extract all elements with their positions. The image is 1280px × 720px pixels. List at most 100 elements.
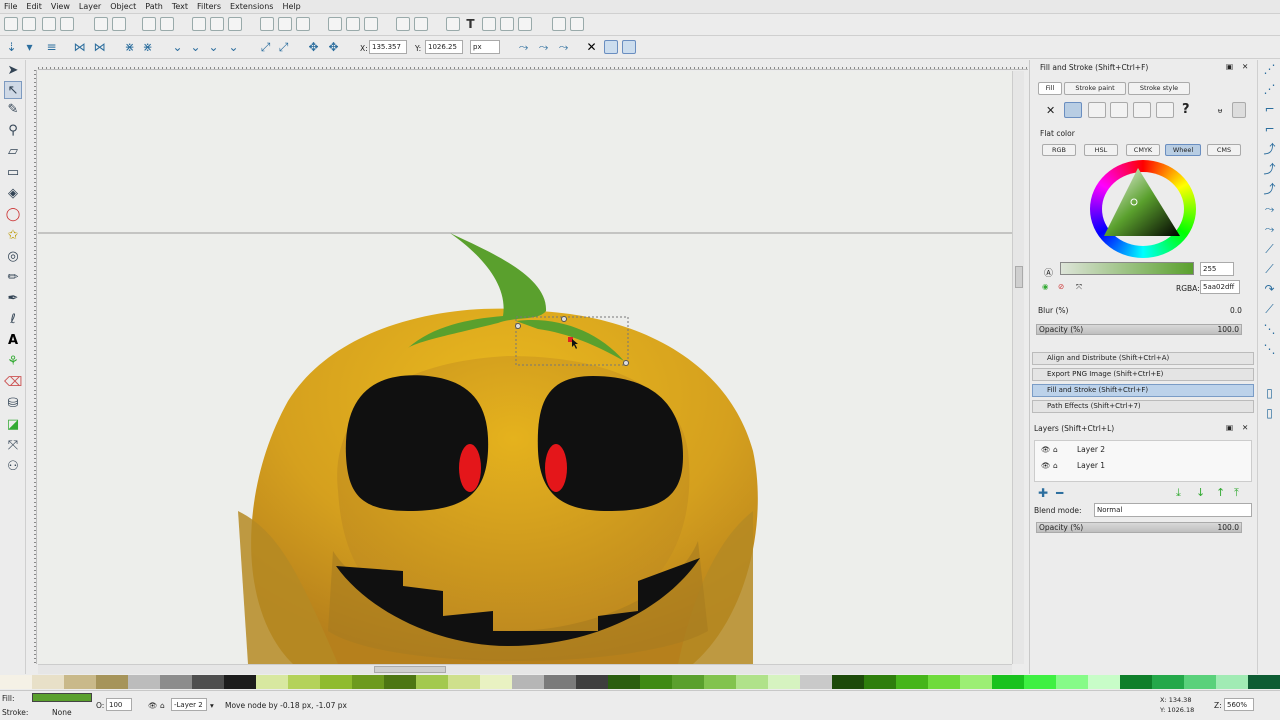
menu-view[interactable]: View (51, 2, 70, 11)
mode-cmyk[interactable]: CMYK (1126, 144, 1160, 156)
menu-path[interactable]: Path (145, 2, 163, 11)
layer-opacity-value[interactable]: 100.0 (1218, 523, 1239, 532)
delete-node-icon[interactable]: ▾ (22, 40, 37, 55)
show-handles-icon[interactable]: ⤳ (516, 40, 531, 55)
zoom-selection-icon[interactable] (260, 17, 274, 31)
fill-swatch[interactable] (32, 693, 92, 702)
rectangle-tool-icon[interactable]: ▭ (4, 164, 22, 182)
connector-tool-icon[interactable]: ⚇ (4, 458, 22, 476)
pumpkin[interactable] (238, 308, 758, 664)
snap-bbox-corner-icon[interactable]: ⌐ (1262, 122, 1277, 137)
gradient-tool-icon[interactable]: ◪ (4, 416, 22, 434)
stroke-to-path-icon[interactable]: ✥ (306, 40, 321, 55)
layer-opacity-slider[interactable]: Opacity (%) 100.0 (1036, 522, 1242, 533)
layer-lock-icon[interactable]: ⌂ (160, 701, 165, 710)
bucket-tool-icon[interactable]: ⛁ (4, 395, 22, 413)
align-icon[interactable] (518, 17, 532, 31)
snap-nodes-icon[interactable]: ⤴ (1262, 142, 1277, 157)
copy-icon[interactable] (192, 17, 206, 31)
color-picker-icon[interactable]: ⤧ (1076, 282, 1082, 292)
snap-center-icon[interactable]: ⟋ (1262, 262, 1277, 277)
path-node[interactable] (623, 360, 629, 366)
snap-smooth-icon[interactable]: ⤳ (1262, 222, 1277, 237)
tab-stroke-style[interactable]: Stroke style (1128, 82, 1190, 95)
vertical-scroll-thumb[interactable] (1015, 266, 1023, 288)
snap-text-baseline-icon[interactable]: ▯ (1262, 386, 1277, 401)
3d-box-tool-icon[interactable]: ◈ (4, 185, 22, 203)
export-icon[interactable] (112, 17, 126, 31)
spiral-tool-icon[interactable]: ◎ (4, 248, 22, 266)
snap-bbox-icon[interactable]: ⋰ (1262, 82, 1277, 97)
dropper-tool-icon[interactable]: ⤧ (4, 437, 22, 455)
snap-page-border-icon[interactable]: ▯ (1262, 406, 1277, 421)
layers-menu-icon[interactable]: ▣ (1226, 423, 1233, 432)
tweak-tool-icon[interactable]: ✎ (4, 101, 22, 119)
node-symmetric-icon[interactable]: ⌄ (188, 40, 203, 55)
eraser-tool-icon[interactable]: ⌫ (4, 374, 22, 392)
mode-rgb[interactable]: RGB (1042, 144, 1076, 156)
show-transform-handles-icon[interactable]: ✕ (584, 40, 599, 55)
break-path-icon[interactable]: ⋈ (72, 40, 87, 55)
layer-to-top-icon[interactable]: ⤒ (1234, 486, 1239, 500)
undo-icon[interactable] (142, 17, 156, 31)
star-tool-icon[interactable]: ✩ (4, 227, 22, 245)
node-smooth-icon[interactable]: ⌄ (170, 40, 185, 55)
unlink-clone-icon[interactable] (364, 17, 378, 31)
blur-value[interactable]: 0.0 (1230, 306, 1242, 315)
pen-tool-icon[interactable]: ✒ (4, 290, 22, 308)
menu-edit[interactable]: Edit (26, 2, 42, 11)
delete-segment-icon[interactable]: ⋇ (122, 40, 137, 55)
menu-extensions[interactable]: Extensions (230, 2, 273, 11)
node-auto-icon[interactable]: ⌄ (206, 40, 221, 55)
lock-icon[interactable]: ⌂ (1053, 445, 1058, 454)
visibility-eye-icon[interactable]: 👁 (1041, 461, 1051, 470)
node-cusp-icon[interactable]: ⋇ (140, 40, 155, 55)
path-effects-dialog-header[interactable]: Path Effects (Shift+Ctrl+7) (1032, 400, 1254, 413)
paste-icon[interactable] (228, 17, 242, 31)
menu-object[interactable]: Object (110, 2, 136, 11)
menu-text[interactable]: Text (172, 2, 188, 11)
mode-wheel[interactable]: Wheel (1165, 144, 1201, 156)
snap-guide-icon[interactable]: ⋱ (1262, 342, 1277, 357)
join-segment-icon[interactable]: ⋈ (92, 40, 107, 55)
clip-path-icon[interactable]: ✥ (326, 40, 341, 55)
ungroup-icon[interactable] (414, 17, 428, 31)
import-icon[interactable] (94, 17, 108, 31)
panel-menu-icon[interactable]: ▣ (1226, 62, 1233, 71)
color-palette[interactable] (0, 675, 1280, 689)
ellipse-tool-icon[interactable]: ◯ (4, 206, 22, 224)
current-layer-select[interactable]: -Layer 2 (171, 698, 207, 711)
alpha-slider[interactable] (1060, 262, 1194, 275)
menu-file[interactable]: File (4, 2, 17, 11)
alpha-input[interactable]: 255 (1200, 262, 1234, 276)
status-opacity-input[interactable]: 100 (106, 698, 132, 711)
horizontal-ruler[interactable] (38, 60, 1028, 70)
pattern-icon[interactable] (1133, 102, 1151, 118)
show-bbox-icon[interactable] (604, 40, 618, 54)
fill-stroke-icon[interactable] (446, 17, 460, 31)
menu-filters[interactable]: Filters (197, 2, 221, 11)
layer-name[interactable]: Layer 1 (1077, 461, 1105, 470)
y-input[interactable]: 1026.25 (425, 40, 463, 54)
layer-row[interactable]: 👁 ⌂ Layer 2 (1035, 443, 1251, 457)
color-wheel[interactable] (1090, 160, 1196, 258)
opacity-slider[interactable]: Opacity (%) 100.0 (1036, 324, 1242, 335)
next-path-effect-icon[interactable]: ⤳ (556, 40, 571, 55)
open-icon[interactable] (22, 17, 36, 31)
tab-stroke-paint[interactable]: Stroke paint (1064, 82, 1126, 95)
no-paint-icon[interactable]: ✕ (1046, 104, 1055, 117)
unset-paint-icon[interactable]: ? (1182, 102, 1190, 117)
object-to-path-icon[interactable]: ⤢ (276, 40, 291, 55)
redo-icon[interactable] (160, 17, 174, 31)
snap-cusp-icon[interactable]: ⤳ (1262, 202, 1277, 217)
vertical-ruler[interactable] (27, 70, 37, 664)
add-layer-icon[interactable]: ✚ (1038, 486, 1048, 500)
snap-midpoint-icon[interactable]: ⟋ (1262, 242, 1277, 257)
fill-rule-nonzero-icon[interactable] (1232, 102, 1246, 118)
radial-gradient-icon[interactable] (1110, 102, 1128, 118)
opacity-value[interactable]: 100.0 (1218, 325, 1239, 334)
show-path-outline-icon[interactable] (622, 40, 636, 54)
save-icon[interactable] (42, 17, 56, 31)
print-icon[interactable] (60, 17, 74, 31)
menu-layer[interactable]: Layer (79, 2, 101, 11)
